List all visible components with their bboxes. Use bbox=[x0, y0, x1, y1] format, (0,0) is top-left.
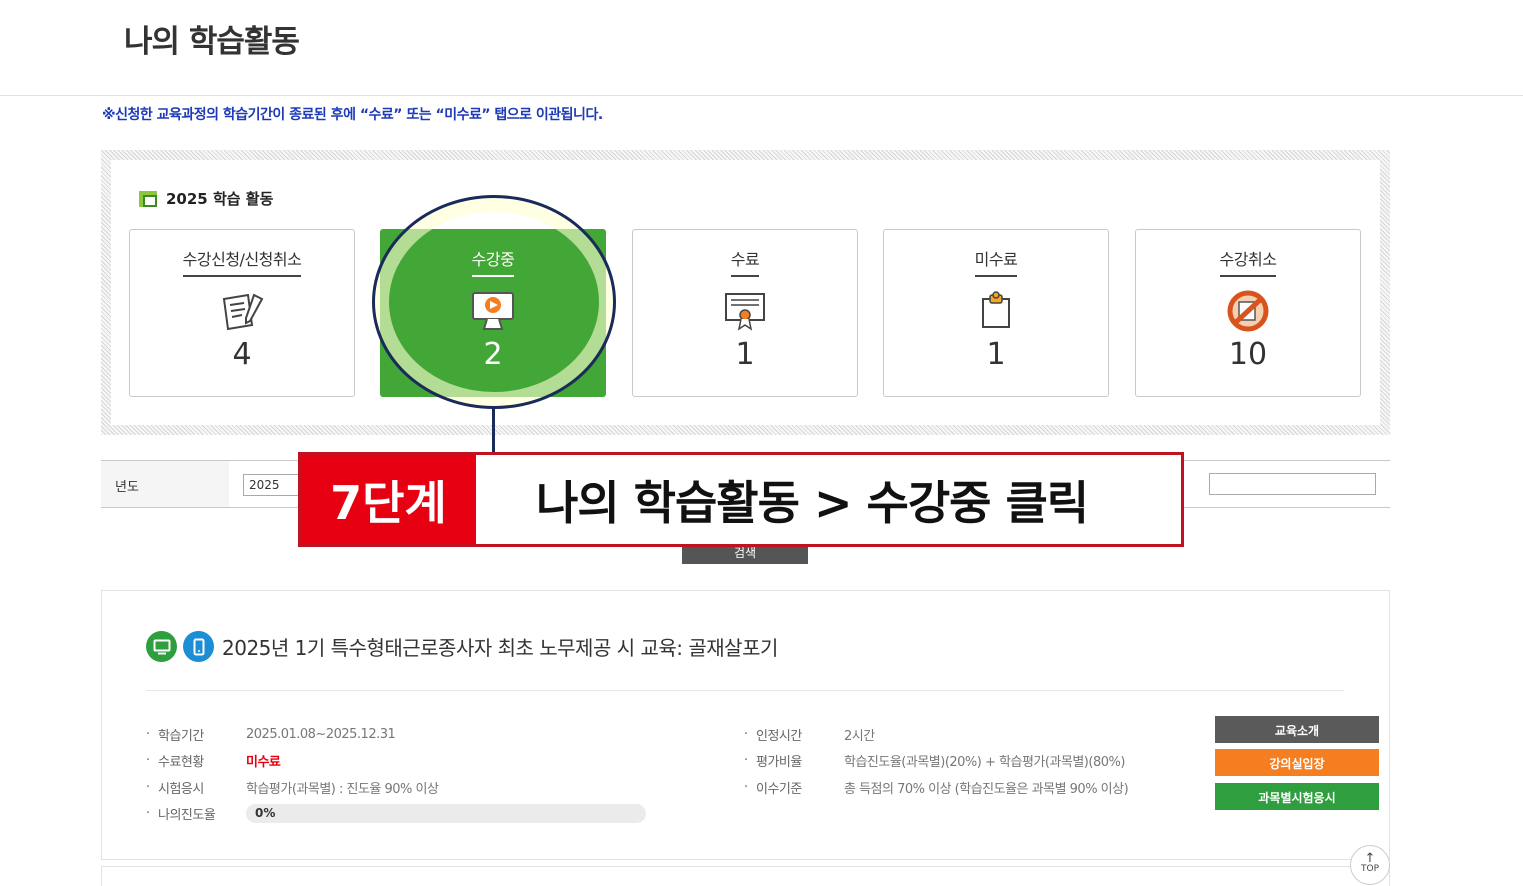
clipboard-icon bbox=[884, 289, 1108, 333]
info-value: 2025.01.08~2025.12.31 bbox=[246, 726, 396, 742]
info-row-ratio: 평가비율 학습진도율(과목별)(20%) + 학습평가(과목별)(80%) bbox=[744, 748, 1128, 775]
card-apply-cancel[interactable]: 수강신청/신청취소 4 bbox=[129, 229, 355, 397]
scroll-top-button[interactable]: ↑ TOP bbox=[1350, 845, 1390, 885]
card-in-progress[interactable]: 수강중 2 bbox=[380, 229, 606, 397]
course-header: 2025년 1기 특수형태근로종사자 최초 노무제공 시 교육: 골재살포기 bbox=[146, 631, 778, 662]
monitor-play-icon bbox=[381, 289, 605, 333]
page: 나의 학습활동 ※신청한 교육과정의 학습기간이 종료된 후에 “수료” 또는 … bbox=[0, 0, 1523, 886]
info-row-status: 수료현황 미수료 bbox=[146, 748, 646, 775]
document-pen-icon bbox=[130, 289, 354, 333]
progress-bar: 0% bbox=[246, 804, 646, 824]
mobile-icon bbox=[183, 631, 214, 662]
info-key: 이수기준 bbox=[744, 776, 844, 797]
info-key: 나의진도율 bbox=[146, 802, 246, 823]
course-title[interactable]: 2025년 1기 특수형태근로종사자 최초 노무제공 시 교육: 골재살포기 bbox=[222, 632, 778, 661]
card-label: 수강취소 bbox=[1219, 246, 1277, 277]
square-bullet-icon bbox=[139, 190, 157, 207]
notice-text: ※신청한 교육과정의 학습기간이 종료된 후에 “수료” 또는 “미수료” 탭으… bbox=[102, 107, 603, 123]
info-key: 수료현황 bbox=[146, 749, 246, 770]
pc-icon bbox=[146, 631, 177, 662]
top-label: TOP bbox=[1360, 864, 1379, 874]
activity-title-text: 2025 학습 활동 bbox=[166, 190, 274, 208]
info-value: 학습진도율(과목별)(20%) + 학습평가(과목별)(80%) bbox=[844, 755, 1125, 771]
card-count: 10 bbox=[1228, 337, 1268, 372]
card-label: 미수료 bbox=[974, 246, 1018, 277]
info-row-exam: 시험응시 학습평가(과목별) : 진도율 90% 이상 bbox=[146, 774, 646, 801]
info-key: 인정시간 bbox=[744, 723, 844, 744]
card-count: 1 bbox=[986, 337, 1006, 372]
info-value: 총 득점의 70% 이상 (학습진도율은 과목별 90% 이상) bbox=[844, 781, 1129, 797]
course-intro-button[interactable]: 교육소개 bbox=[1215, 716, 1379, 743]
next-course-card bbox=[101, 866, 1390, 886]
info-value: 학습평가(과목별) : 진도율 90% 이상 bbox=[246, 781, 439, 797]
year-select[interactable]: 2025 bbox=[243, 474, 303, 496]
info-row-criteria: 이수기준 총 득점의 70% 이상 (학습진도율은 과목별 90% 이상) bbox=[744, 774, 1129, 801]
info-key: 학습기간 bbox=[146, 723, 246, 744]
info-value: 2시간 bbox=[844, 728, 875, 744]
subject-exam-button[interactable]: 과목별시험응시 bbox=[1215, 783, 1379, 810]
course-info-right: 인정시간 2시간 평가비율 학습진도율(과목별)(20%) + 학습평가(과목별… bbox=[744, 721, 1129, 801]
page-title: 나의 학습활동 bbox=[124, 24, 300, 60]
step-callout: 7단계 나의 학습활동 > 수강중 클릭 bbox=[298, 452, 1184, 547]
progress-value: 0% bbox=[255, 806, 276, 821]
info-key: 평가비율 bbox=[744, 749, 844, 770]
info-row-period: 학습기간 2025.01.08~2025.12.31 bbox=[146, 721, 646, 748]
course-info-left: 학습기간 2025.01.08~2025.12.31 수료현황 미수료 시험응시… bbox=[146, 721, 646, 827]
info-row-hours: 인정시간 2시간 bbox=[744, 721, 1128, 748]
info-row-progress: 나의진도율 0% bbox=[146, 801, 646, 828]
card-count: 4 bbox=[232, 337, 252, 372]
status-value: 미수료 bbox=[246, 755, 281, 771]
card-completed[interactable]: 수료 1 bbox=[632, 229, 858, 397]
year-label: 년도 bbox=[101, 461, 229, 507]
card-count: 1 bbox=[735, 337, 755, 372]
enter-classroom-button[interactable]: 강의실입장 bbox=[1215, 749, 1379, 776]
info-key: 시험응시 bbox=[146, 776, 246, 797]
certificate-icon bbox=[633, 289, 857, 333]
callout-step: 7단계 bbox=[301, 455, 476, 544]
card-label: 수료 bbox=[730, 246, 760, 277]
header-divider bbox=[0, 95, 1523, 96]
card-cancelled[interactable]: 수강취소 10 bbox=[1135, 229, 1361, 397]
course-card: 2025년 1기 특수형태근로종사자 최초 노무제공 시 교육: 골재살포기 학… bbox=[101, 590, 1390, 860]
course-divider bbox=[146, 690, 1344, 691]
callout-text: 나의 학습활동 > 수강중 클릭 bbox=[536, 475, 1089, 530]
activity-title: 2025 학습 활동 bbox=[139, 188, 273, 209]
activity-panel: 2025 학습 활동 수강신청/신청취소 4 수강중 2 수료 1 미수료 1 … bbox=[101, 150, 1390, 435]
card-not-completed[interactable]: 미수료 1 bbox=[883, 229, 1109, 397]
highlight-connector bbox=[492, 408, 495, 456]
card-count: 2 bbox=[483, 337, 503, 372]
search-input[interactable] bbox=[1209, 473, 1376, 495]
card-label: 수강신청/신청취소 bbox=[182, 246, 302, 277]
card-label: 수강중 bbox=[471, 246, 515, 277]
activity-panel-inner: 2025 학습 활동 수강신청/신청취소 4 수강중 2 수료 1 미수료 1 … bbox=[111, 160, 1380, 425]
cancel-prohibited-icon bbox=[1136, 289, 1360, 333]
